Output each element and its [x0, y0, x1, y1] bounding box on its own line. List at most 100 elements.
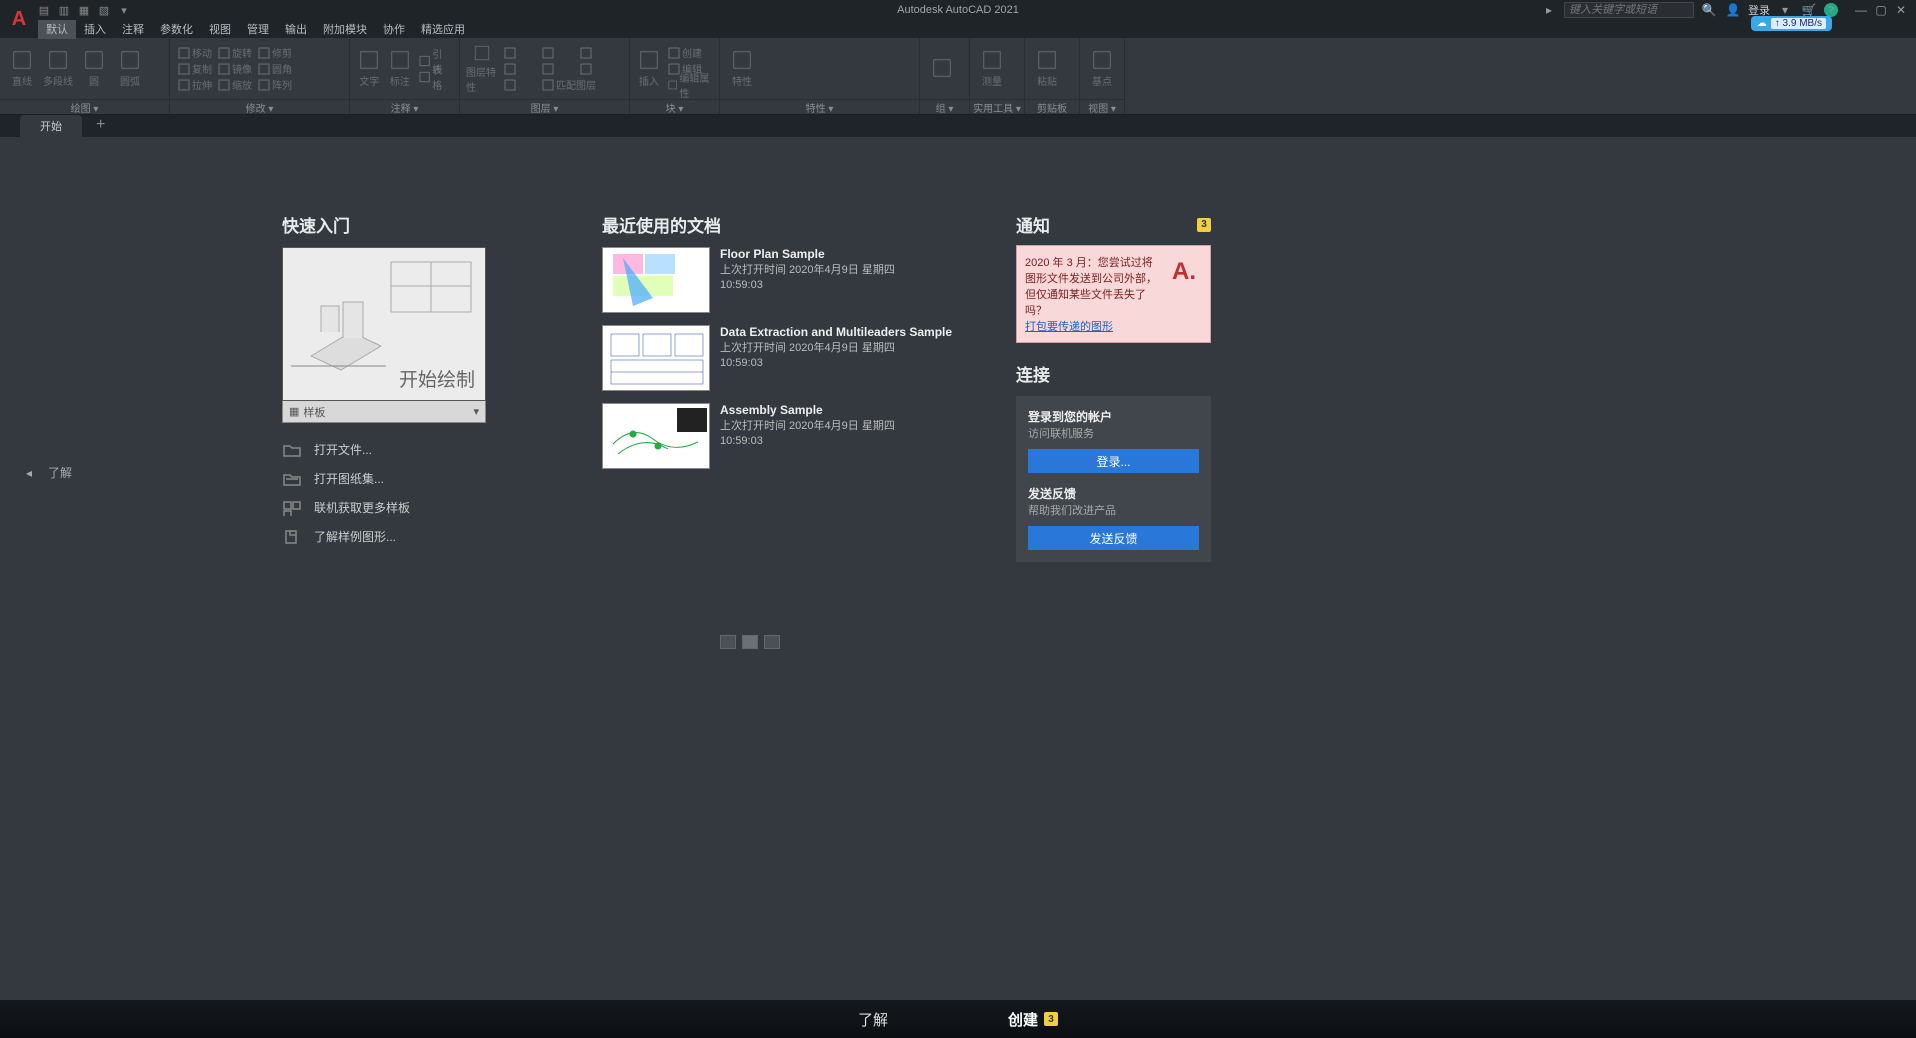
ribbon-btn-item[interactable] [926, 44, 958, 94]
ribbon-btn-标注[interactable]: 标注 [387, 44, 414, 94]
ribbon-btn-直线[interactable]: 直线 [6, 44, 38, 94]
search-input[interactable] [1564, 2, 1694, 18]
ribbon-btn-圆[interactable]: 圆 [78, 44, 110, 94]
ribbon-small-缩放[interactable]: 缩放 [216, 77, 254, 92]
ribbon-small-镜像[interactable]: 镜像 [216, 61, 254, 76]
feedback-button[interactable]: 发送反馈 [1028, 526, 1199, 550]
notify-card[interactable]: 2020 年 3 月：您尝试过将图形文件发送到公司外部，但仅通知某些文件丢失了吗… [1016, 245, 1211, 343]
qat-new-icon[interactable]: ▤ [36, 2, 52, 18]
ribbon-small-创建[interactable]: 创建 [666, 45, 704, 60]
ribbon-label[interactable]: 组 ▾ [920, 99, 969, 114]
menu-默认[interactable]: 默认 [38, 19, 76, 39]
ribbon-label[interactable]: 块 ▾ [630, 99, 719, 114]
ribbon-small-复制[interactable]: 复制 [176, 61, 214, 76]
view-list-icon[interactable] [720, 635, 736, 649]
quick-link-0[interactable]: 打开文件... [282, 435, 492, 464]
quick-link-2[interactable]: 联机获取更多样板 [282, 493, 492, 522]
menu-附加模块[interactable]: 附加模块 [315, 19, 375, 39]
maximize-icon[interactable]: ▢ [1872, 2, 1890, 18]
menu-精选应用[interactable]: 精选应用 [413, 19, 473, 39]
ribbon-small-阵列[interactable]: 阵列 [256, 77, 294, 92]
ribbon-btn-圆弧[interactable]: 圆弧 [114, 44, 146, 94]
ribbon-small-编辑属性[interactable]: 编辑属性 [666, 77, 713, 92]
ribbon-btn-文字[interactable]: 文字 [356, 44, 383, 94]
cloud-sync-overlay[interactable]: ☁ ↑ 3.9 MB/s [1751, 16, 1832, 31]
upload-speed: ↑ 3.9 MB/s [1771, 18, 1826, 29]
ribbon-small-修剪[interactable]: 修剪 [256, 45, 294, 60]
recent-item-2[interactable]: Assembly Sample上次打开时间 2020年4月9日 星期四10:59… [602, 403, 982, 469]
menu-插入[interactable]: 插入 [76, 19, 114, 39]
tab-add-button[interactable]: + [86, 113, 115, 137]
ribbon-label[interactable]: 特性 ▾ [720, 99, 919, 114]
user-icon[interactable]: 👤 [1724, 2, 1742, 18]
view-grid-icon[interactable] [764, 635, 780, 649]
ribbon-btn-特性[interactable]: 特性 [726, 44, 758, 94]
ribbon-small-拉伸[interactable]: 拉伸 [176, 77, 214, 92]
menu-协作[interactable]: 协作 [375, 19, 413, 39]
ribbon-btn-插入[interactable]: 插入 [636, 44, 662, 94]
ribbon-label[interactable]: 注释 ▾ [350, 99, 459, 114]
templates-dropdown[interactable]: ▦样板 ▾ [282, 401, 486, 423]
ribbon-panel-图层: 图层特性匹配图层图层 ▾ [460, 38, 630, 114]
ribbon-label[interactable]: 修改 ▾ [170, 99, 349, 114]
start-drawing-tile[interactable]: 开始绘制 [282, 247, 486, 401]
ribbon-small-移动[interactable]: 移动 [176, 45, 214, 60]
menu-参数化[interactable]: 参数化 [152, 19, 201, 39]
recent-item-1[interactable]: Data Extraction and Multileaders Sample上… [602, 325, 982, 391]
titlebar: ▤ ▥ ▦ ▧ ▾ Autodesk AutoCAD 2021 ▸ 🔍 👤 登录… [0, 0, 1916, 20]
notify-link[interactable]: 打包要传递的图形 [1025, 318, 1160, 334]
ribbon-small-item[interactable] [578, 45, 614, 60]
recent-thumb [602, 247, 710, 313]
chevron-down-icon: ▾ [473, 405, 479, 418]
ribbon-panel-修改: 移动旋转修剪复制镜像圆角拉伸缩放阵列修改 ▾ [170, 38, 350, 114]
ribbon-small-旋转[interactable]: 旋转 [216, 45, 254, 60]
ribbon-small-item[interactable] [540, 61, 576, 76]
qat-open-icon[interactable]: ▥ [56, 2, 72, 18]
ribbon-btn-测量[interactable]: 测量 [976, 44, 1008, 94]
menu-视图[interactable]: 视图 [201, 19, 239, 39]
minimize-icon[interactable]: — [1852, 2, 1870, 18]
ribbon-label[interactable]: 绘图 ▾ [0, 99, 169, 114]
recent-item-0[interactable]: Floor Plan Sample上次打开时间 2020年4月9日 星期四10:… [602, 247, 982, 313]
ribbon-small-item[interactable] [502, 61, 538, 76]
ribbon-label[interactable]: 图层 ▾ [460, 99, 629, 114]
learn-side-nav[interactable]: ◂ 了解 [26, 464, 72, 481]
search-icon[interactable]: 🔍 [1700, 2, 1718, 18]
menu-输出[interactable]: 输出 [277, 19, 315, 39]
ribbon-small-圆角[interactable]: 圆角 [256, 61, 294, 76]
menu-注释[interactable]: 注释 [114, 19, 152, 39]
view-detail-icon[interactable] [742, 635, 758, 649]
search-arrow-icon[interactable]: ▸ [1540, 2, 1558, 18]
notify-badge: 3 [1197, 218, 1211, 232]
ribbon-btn-多段线[interactable]: 多段线 [42, 44, 74, 94]
ribbon-label[interactable]: 剪贴板 [1025, 99, 1079, 114]
ribbon-small-匹配图层[interactable]: 匹配图层 [540, 77, 598, 92]
tab-start[interactable]: 开始 [20, 115, 82, 137]
ribbon-small-item[interactable] [502, 45, 538, 60]
bottom-learn[interactable]: 了解 [858, 1009, 888, 1030]
ribbon-small-item[interactable] [540, 45, 576, 60]
quick-link-3[interactable]: 了解样例图形... [282, 522, 492, 551]
ribbon-small-item[interactable] [578, 61, 614, 76]
connect-card: 登录到您的帐户 访问联机服务 登录... 发送反馈 帮助我们改进产品 发送反馈 [1016, 396, 1211, 562]
qat-dropdown-icon[interactable]: ▾ [116, 2, 132, 18]
app-logo[interactable]: A [4, 4, 34, 34]
ribbon-label[interactable]: 视图 ▾ [1080, 99, 1124, 114]
bottom-bar: 了解 创建 3 [0, 1000, 1916, 1038]
help-icon[interactable]: ? [1824, 3, 1838, 17]
recent-title: Assembly Sample [720, 403, 982, 417]
ribbon-btn-图层特性[interactable]: 图层特性 [466, 44, 498, 94]
qat-share-icon[interactable]: ▧ [96, 2, 112, 18]
ribbon-panel-注释: 文字标注引线表格注释 ▾ [350, 38, 460, 114]
qat-save-icon[interactable]: ▦ [76, 2, 92, 18]
ribbon-small-表格[interactable]: 表格 [417, 69, 453, 84]
close-icon[interactable]: ✕ [1892, 2, 1910, 18]
ribbon-btn-基点[interactable]: 基点 [1086, 44, 1118, 94]
menu-管理[interactable]: 管理 [239, 19, 277, 39]
ribbon-label[interactable]: 实用工具 ▾ [970, 99, 1024, 114]
login-button[interactable]: 登录... [1028, 449, 1199, 473]
quick-link-1[interactable]: 打开图纸集... [282, 464, 492, 493]
bottom-create[interactable]: 创建 3 [1008, 1009, 1058, 1030]
ribbon-btn-粘贴[interactable]: 粘贴 [1031, 44, 1063, 94]
ribbon-small-item[interactable] [502, 77, 538, 92]
